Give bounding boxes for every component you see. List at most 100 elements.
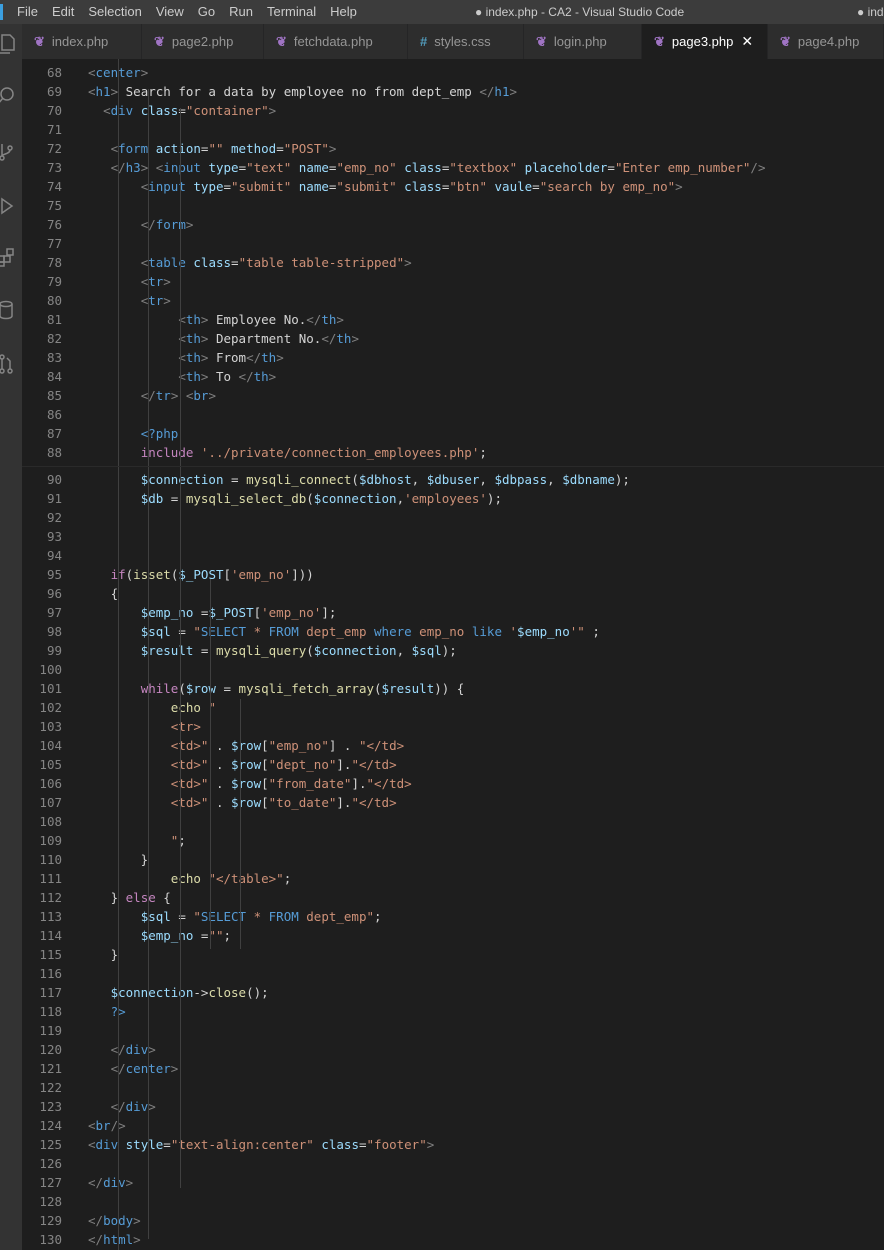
code-line[interactable]: 109 "; [22, 831, 884, 850]
tab-page2-php[interactable]: ❦ page2.php [142, 24, 264, 59]
code-line[interactable]: 124 <br/> [22, 1116, 884, 1135]
code-line[interactable]: 104 <td>" . $row["emp_no"] . "</td> [22, 736, 884, 755]
source-control-icon[interactable] [0, 132, 22, 172]
line-number: 120 [39, 1042, 62, 1057]
code-line[interactable]: 82 <th> Department No.</th> [22, 329, 884, 348]
menu-edit[interactable]: Edit [45, 0, 81, 24]
code-line[interactable]: 128 [22, 1192, 884, 1211]
code-line[interactable]: 115 } [22, 945, 884, 964]
pull-request-icon[interactable] [0, 344, 22, 384]
menu-help[interactable]: Help [323, 0, 364, 24]
code-line[interactable]: 70 <div class="container"> [22, 101, 884, 120]
tab-styles-css[interactable]: # styles.css [408, 24, 524, 59]
tab-label: styles.css [434, 34, 491, 49]
tab-fetchdata-php[interactable]: ❦ fetchdata.php [264, 24, 408, 59]
search-icon[interactable] [0, 76, 22, 116]
code-line[interactable]: 76 </form> [22, 215, 884, 234]
line-number: 96 [46, 586, 62, 601]
code-text: <td>" . $row["to_date"]."</td> [88, 793, 397, 812]
code-line[interactable]: 122 [22, 1078, 884, 1097]
code-line[interactable]: 103 <tr> [22, 717, 884, 736]
code-line[interactable]: 96 { [22, 584, 884, 603]
code-token: tr [155, 388, 171, 403]
code-line[interactable]: 129 </body> [22, 1211, 884, 1230]
code-line[interactable]: 130 </html> [22, 1230, 884, 1249]
files-icon[interactable] [0, 24, 22, 64]
code-line[interactable]: 114 $emp_no =""; [22, 926, 884, 945]
code-line[interactable]: 95 if(isset($_POST['emp_no'])) [22, 565, 884, 584]
code-line[interactable]: 86 [22, 405, 884, 424]
code-line[interactable]: 120 </div> [22, 1040, 884, 1059]
code-line[interactable]: 98 $sql = "SELECT * FROM dept_emp where … [22, 622, 884, 641]
code-line[interactable]: 93 [22, 527, 884, 546]
code-line[interactable]: 90 $connection = mysqli_connect($dbhost,… [22, 470, 884, 489]
code-line[interactable]: 102 echo " [22, 698, 884, 717]
tab-page4-php[interactable]: ❦ page4.php [768, 24, 884, 59]
code-line[interactable]: 121 </center> [22, 1059, 884, 1078]
code-line[interactable]: 108 [22, 812, 884, 831]
code-line[interactable]: 127 </div> [22, 1173, 884, 1192]
indent-guide [210, 579, 211, 949]
code-line[interactable]: 77 [22, 234, 884, 253]
code-line[interactable]: 71 [22, 120, 884, 139]
code-line[interactable]: 87 <?php [22, 424, 884, 443]
menu-terminal[interactable]: Terminal [260, 0, 323, 24]
tab-page3-php[interactable]: ❦ page3.php ✕ [642, 24, 768, 59]
code-line[interactable]: 92 [22, 508, 884, 527]
code-token: like [471, 624, 502, 639]
code-line[interactable]: 91 $db = mysqli_select_db($connection,'e… [22, 489, 884, 508]
code-line[interactable]: 113 $sql = "SELECT * FROM dept_emp"; [22, 907, 884, 926]
code-line[interactable]: 111 echo "</table>"; [22, 869, 884, 888]
code-line[interactable]: 119 [22, 1021, 884, 1040]
code-line[interactable]: 125 <div style="text-align:center" class=… [22, 1135, 884, 1154]
code-line[interactable]: 81 <th> Employee No.</th> [22, 310, 884, 329]
code-line[interactable]: 97 $emp_no =$_POST['emp_no']; [22, 603, 884, 622]
menu-file[interactable]: File [10, 0, 45, 24]
code-token: > [163, 293, 171, 308]
code-token: <td>" [170, 776, 209, 791]
menu-view[interactable]: View [149, 0, 191, 24]
code-line[interactable]: 74 <input type="submit" name="submit" cl… [22, 177, 884, 196]
code-line[interactable]: 116 [22, 964, 884, 983]
tab-index-php[interactable]: ❦ index.php [22, 24, 142, 59]
run-debug-icon[interactable] [0, 186, 22, 226]
code-line[interactable]: 118 ?> [22, 1002, 884, 1021]
database-icon[interactable] [0, 290, 22, 330]
code-line[interactable]: 107 <td>" . $row["to_date"]."</td> [22, 793, 884, 812]
code-line[interactable]: 106 <td>" . $row["from_date"]."</td> [22, 774, 884, 793]
extensions-icon[interactable] [0, 238, 22, 278]
close-tab-icon[interactable]: ✕ [741, 33, 753, 50]
code-line[interactable]: 99 $result = mysqli_query($connection, $… [22, 641, 884, 660]
code-line[interactable]: 84 <th> To </th> [22, 367, 884, 386]
menu-go[interactable]: Go [191, 0, 222, 24]
code-line[interactable]: 78 <table class="table table-stripped"> [22, 253, 884, 272]
menu-run[interactable]: Run [222, 0, 260, 24]
code-line[interactable]: 112 } else { [22, 888, 884, 907]
code-token: h1 [95, 84, 111, 99]
code-line[interactable]: 88 include '../private/connection_employ… [22, 443, 884, 462]
code-editor[interactable]: 68<center>69<h1> Search for a data by em… [22, 59, 884, 1250]
code-line[interactable]: 123 </div> [22, 1097, 884, 1116]
code-line[interactable]: 100 [22, 660, 884, 679]
code-line[interactable]: 94 [22, 546, 884, 565]
code-token: action [155, 141, 201, 156]
code-line[interactable]: 110 } [22, 850, 884, 869]
code-line[interactable]: 73 </h3> <input type="text" name="emp_no… [22, 158, 884, 177]
code-line[interactable]: 69 <h1> Search for a data by employee no … [22, 82, 884, 101]
code-line[interactable]: 72 <form action="" method="POST"> [22, 139, 884, 158]
menu-selection[interactable]: Selection [81, 0, 148, 24]
code-line[interactable]: 83 <th> From</th> [22, 348, 884, 367]
code-line[interactable]: 105 <td>" . $row["dept_no"]."</td> [22, 755, 884, 774]
code-line[interactable]: 101 while($row = mysqli_fetch_array($res… [22, 679, 884, 698]
code-line[interactable]: 75 [22, 196, 884, 215]
code-line[interactable]: 126 [22, 1154, 884, 1173]
code-line[interactable]: 79 <tr> [22, 272, 884, 291]
code-line[interactable]: 68<center> [22, 63, 884, 82]
tab-login-php[interactable]: ❦ login.php [524, 24, 642, 59]
code-line[interactable]: 117 $connection->close(); [22, 983, 884, 1002]
code-line[interactable]: 85 </tr> <br> [22, 386, 884, 405]
code-line[interactable]: 80 <tr> [22, 291, 884, 310]
